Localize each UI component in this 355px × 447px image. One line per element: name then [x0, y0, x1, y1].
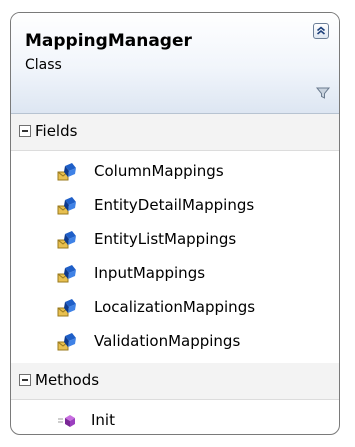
field-item[interactable]: EntityListMappings [11, 223, 339, 257]
fields-collapse-toggle-icon[interactable] [19, 125, 31, 137]
field-icon [57, 264, 77, 284]
method-icon [57, 411, 77, 431]
field-label: ValidationMappings [94, 332, 241, 350]
methods-section-header[interactable]: Methods [11, 363, 339, 400]
class-name: MappingManager [25, 31, 192, 51]
field-label: ColumnMappings [94, 162, 224, 180]
field-item[interactable]: InputMappings [11, 257, 339, 291]
class-shape[interactable]: MappingManager Class Fields ColumnMappin… [10, 12, 340, 435]
class-header[interactable]: MappingManager Class [11, 13, 339, 114]
field-label: InputMappings [94, 264, 206, 282]
field-item[interactable]: ValidationMappings [11, 325, 339, 359]
fields-list: ColumnMappings EntityDetailMappings Enti… [11, 151, 339, 363]
class-stereotype: Class [25, 57, 62, 73]
field-label: LocalizationMappings [94, 298, 256, 316]
method-item[interactable]: Init [11, 404, 339, 434]
field-item[interactable]: LocalizationMappings [11, 291, 339, 325]
method-label: Init [91, 411, 115, 429]
field-label: EntityListMappings [94, 230, 237, 248]
field-item[interactable]: ColumnMappings [11, 155, 339, 189]
field-item[interactable]: EntityDetailMappings [11, 189, 339, 223]
methods-list: Init [11, 400, 339, 434]
field-icon [57, 196, 77, 216]
field-icon [57, 230, 77, 250]
fields-section-title: Fields [35, 122, 78, 140]
field-icon [57, 162, 77, 182]
field-icon [57, 332, 77, 352]
fields-section-header[interactable]: Fields [11, 114, 339, 151]
chevron-double-up-icon[interactable] [313, 23, 329, 39]
filter-icon[interactable] [315, 85, 331, 101]
field-label: EntityDetailMappings [94, 196, 255, 214]
methods-section-title: Methods [35, 371, 100, 389]
methods-collapse-toggle-icon[interactable] [19, 374, 31, 386]
field-icon [57, 298, 77, 318]
